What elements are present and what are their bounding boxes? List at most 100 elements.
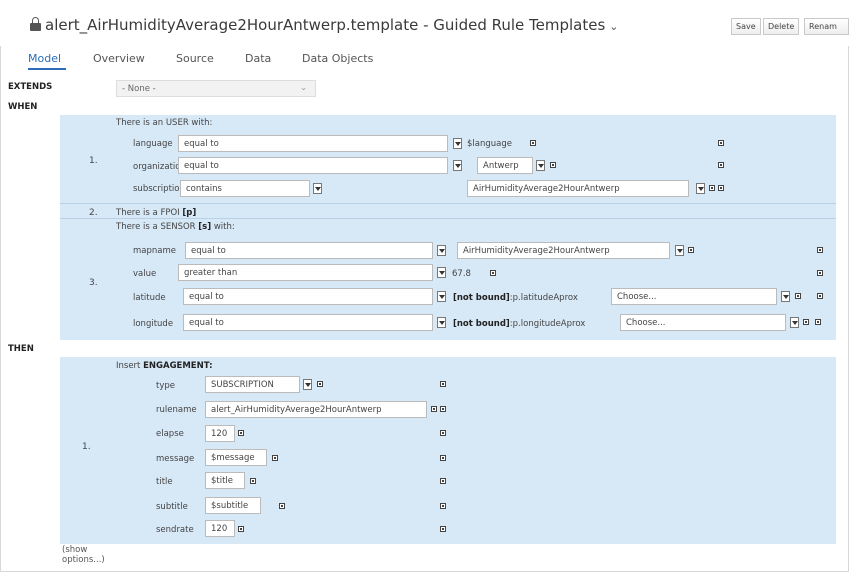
sendrate-input[interactable]: 120: [205, 520, 235, 537]
then-label: THEN: [8, 344, 34, 354]
remove-row-icon[interactable]: [718, 185, 724, 191]
value-text: $language: [467, 139, 512, 149]
value-select[interactable]: AirHumidityAverage2HourAntwerp: [467, 180, 689, 197]
field-mapname-label: mapname: [133, 246, 176, 256]
divider: [60, 203, 836, 204]
tab-source[interactable]: Source: [176, 52, 214, 65]
lock-icon: [30, 17, 41, 31]
show-options-link[interactable]: (show options...): [62, 545, 105, 565]
remove-field-icon[interactable]: [440, 406, 446, 412]
remove-row-icon[interactable]: [817, 247, 823, 253]
tab-model[interactable]: Model: [28, 52, 61, 65]
remove-row-icon[interactable]: [815, 319, 821, 325]
operator-select[interactable]: equal to: [178, 157, 448, 174]
value-select[interactable]: AirHumidityAverage2HourAntwerp: [457, 242, 670, 259]
remove-row-icon[interactable]: [718, 140, 724, 146]
remove-value-icon[interactable]: [238, 526, 244, 532]
operator-select[interactable]: equal to: [183, 314, 433, 331]
rename-button[interactable]: Renam: [804, 18, 849, 35]
delete-button[interactable]: Delete: [763, 18, 800, 35]
dropdown-arrow-icon[interactable]: [437, 245, 446, 256]
field-elapse-label: elapse: [156, 429, 184, 439]
dropdown-arrow-icon[interactable]: [453, 138, 462, 149]
operator-select[interactable]: equal to: [178, 135, 448, 152]
remove-row-icon[interactable]: [817, 270, 823, 276]
action-header: Insert ENGAGEMENT:: [116, 361, 213, 371]
when-label: WHEN: [8, 102, 38, 112]
remove-value-icon[interactable]: [490, 270, 496, 276]
active-tab-indicator: [28, 68, 66, 70]
operator-select[interactable]: contains: [180, 180, 310, 197]
remove-value-icon[interactable]: [550, 162, 556, 168]
bound-variable-text: [not bound]:p.latitudeAprox: [453, 293, 578, 303]
type-select[interactable]: SUBSCRIPTION: [205, 376, 300, 393]
dropdown-arrow-icon[interactable]: [303, 379, 312, 390]
remove-field-icon[interactable]: [440, 503, 446, 509]
operator-select[interactable]: equal to: [185, 242, 433, 259]
dropdown-arrow-icon[interactable]: [790, 317, 799, 328]
window-title[interactable]: alert_AirHumidityAverage2HourAntwerp.tem…: [30, 16, 619, 34]
remove-value-icon[interactable]: [530, 140, 536, 146]
remove-value-icon[interactable]: [317, 381, 323, 387]
extends-label: EXTENDS: [8, 82, 53, 92]
remove-field-icon[interactable]: [440, 478, 446, 484]
rulename-input[interactable]: alert_AirHumidityAverage2HourAntwerp: [205, 401, 427, 418]
dropdown-arrow-icon[interactable]: [536, 160, 545, 171]
chevron-down-icon[interactable]: ⌄: [609, 20, 618, 33]
dropdown-arrow-icon[interactable]: [437, 291, 446, 302]
tab-data-objects[interactable]: Data Objects: [302, 52, 373, 65]
choose-select[interactable]: Choose...: [611, 288, 777, 305]
field-type-label: type: [156, 381, 175, 391]
dropdown-arrow-icon[interactable]: [437, 317, 446, 328]
dropdown-arrow-icon[interactable]: [453, 160, 462, 171]
elapse-input[interactable]: 120: [205, 425, 235, 442]
divider: [60, 218, 836, 219]
tab-overview[interactable]: Overview: [93, 52, 145, 65]
dropdown-arrow-icon[interactable]: [437, 267, 446, 278]
remove-value-icon[interactable]: [250, 478, 256, 484]
remove-value-icon[interactable]: [795, 293, 801, 299]
value-text: 67.8: [452, 269, 471, 279]
field-rulename-label: rulename: [156, 405, 197, 415]
field-sendrate-label: sendrate: [156, 525, 194, 535]
field-longitude-label: longitude: [133, 319, 174, 329]
remove-value-icon[interactable]: [279, 503, 285, 509]
operator-select[interactable]: greater than: [178, 264, 433, 281]
dropdown-arrow-icon[interactable]: [696, 183, 705, 194]
pattern-header: There is a FPOI [p]: [116, 208, 197, 218]
remove-value-icon[interactable]: [688, 247, 694, 253]
remove-value-icon[interactable]: [431, 406, 437, 412]
choose-select[interactable]: Choose...: [620, 314, 786, 331]
value-select[interactable]: Antwerp: [477, 157, 533, 174]
dropdown-arrow-icon[interactable]: [781, 291, 790, 302]
save-button[interactable]: Save: [731, 18, 761, 35]
dropdown-arrow-icon[interactable]: [313, 183, 322, 194]
remove-field-icon[interactable]: [440, 526, 446, 532]
extends-chevron-icon: ⌄: [300, 83, 308, 93]
remove-value-icon[interactable]: [272, 455, 278, 461]
operator-select[interactable]: equal to: [183, 288, 433, 305]
pattern-header: There is an USER with:: [116, 118, 213, 128]
message-input[interactable]: $message: [205, 449, 267, 466]
dropdown-arrow-icon[interactable]: [675, 245, 684, 256]
title-text: alert_AirHumidityAverage2HourAntwerp.tem…: [45, 16, 606, 34]
field-value-label: value: [133, 269, 157, 279]
remove-field-icon[interactable]: [440, 381, 446, 387]
remove-value-icon[interactable]: [803, 319, 809, 325]
extends-value: - None -: [122, 84, 156, 94]
remove-value-icon[interactable]: [709, 185, 715, 191]
field-subtitle-label: subtitle: [156, 502, 188, 512]
remove-field-icon[interactable]: [440, 430, 446, 436]
remove-row-icon[interactable]: [718, 162, 724, 168]
title-input[interactable]: $title: [205, 472, 245, 489]
pattern-header: There is a SENSOR [s] with:: [116, 222, 235, 232]
field-latitude-label: latitude: [133, 293, 166, 303]
tab-data[interactable]: Data: [245, 52, 271, 65]
bound-variable-text: [not bound]:p.longitudeAprox: [453, 319, 586, 329]
remove-row-icon[interactable]: [817, 293, 823, 299]
subtitle-input[interactable]: $subtitle: [205, 497, 261, 514]
extends-select[interactable]: - None - ⌄: [116, 80, 316, 97]
remove-field-icon[interactable]: [440, 455, 446, 461]
pattern-number: 1.: [89, 156, 98, 166]
remove-value-icon[interactable]: [238, 430, 244, 436]
